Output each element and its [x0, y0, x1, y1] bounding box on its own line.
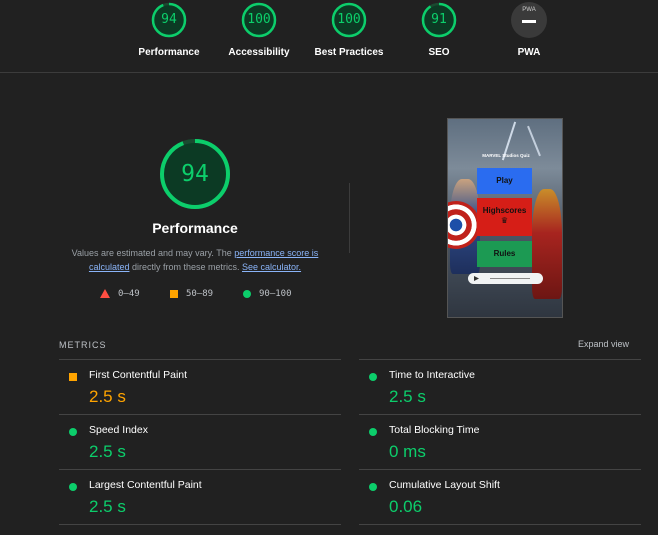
- metric-value: 2.5 s: [89, 497, 126, 516]
- legend-fail: 0–49: [100, 289, 140, 299]
- gauge-score: 91: [431, 12, 447, 27]
- gauge-label: Best Practices: [314, 47, 384, 58]
- pwa-badge-text: PWA: [522, 7, 536, 13]
- gauge-score: 100: [247, 12, 271, 27]
- audio-player: [468, 273, 543, 284]
- final-screenshot-thumbnail[interactable]: MARVEL Studios Quiz Play Highscores ♛ Ru…: [447, 118, 563, 318]
- score-ring: 100: [331, 2, 367, 38]
- calculator-link[interactable]: See calculator.: [242, 262, 301, 272]
- metric-name: Time to Interactive: [389, 369, 475, 381]
- metric-value: 2.5 s: [389, 387, 426, 406]
- square-icon: [170, 289, 178, 298]
- metric-name: Speed Index: [89, 424, 148, 436]
- metric-speed-index: Speed Index 2.5 s: [59, 414, 341, 469]
- metric-name: Largest Contentful Paint: [89, 479, 202, 491]
- metric-name: Total Blocking Time: [389, 424, 480, 436]
- metrics-header: METRICS: [59, 340, 107, 350]
- crown-icon: ♛: [500, 216, 509, 225]
- performance-title: Performance: [152, 220, 238, 236]
- pwa-badge-icon: PWA: [511, 2, 547, 38]
- metric-largest-contentful-paint: Largest Contentful Paint 2.5 s: [59, 469, 341, 524]
- score-ring: 100: [241, 2, 277, 38]
- lightning-decoration: [527, 125, 541, 157]
- divider: [349, 183, 350, 253]
- circle-icon: [369, 428, 377, 436]
- metric-value: 0.06: [389, 497, 423, 516]
- category-summary-bar: 94 Performance 100 Accessibility 100 Bes…: [0, 0, 658, 73]
- desc-text: Values are estimated and may vary. The: [71, 248, 235, 258]
- circle-icon: [69, 428, 77, 436]
- metric-time-to-interactive: Time to Interactive 2.5 s: [359, 359, 641, 414]
- legend-range: 50–89: [186, 289, 214, 299]
- circle-icon: [69, 483, 77, 491]
- gauge-performance[interactable]: 94 Performance: [124, 2, 214, 58]
- performance-score: 94: [181, 161, 209, 187]
- gauge-score: 100: [337, 12, 361, 27]
- legend-range: 90–100: [259, 289, 292, 299]
- rules-button: Rules: [477, 241, 532, 267]
- gauge-label: Performance: [138, 47, 200, 58]
- gauge-score: 94: [161, 12, 177, 27]
- legend-range: 0–49: [118, 289, 140, 299]
- legend-pass: 90–100: [243, 289, 292, 299]
- score-ring: 91: [421, 2, 457, 38]
- metric-value: 2.5 s: [89, 387, 126, 406]
- gauge-label: Accessibility: [228, 47, 290, 58]
- circle-icon: [369, 373, 377, 381]
- performance-description: Values are estimated and may vary. The p…: [62, 246, 328, 274]
- audio-progress-bar: [490, 278, 530, 279]
- gauge-pwa[interactable]: PWA PWA: [484, 2, 574, 58]
- metric-name: First Contentful Paint: [89, 369, 188, 381]
- metric-value: 2.5 s: [89, 442, 126, 461]
- circle-icon: [243, 289, 251, 298]
- divider: [59, 524, 341, 525]
- performance-score-gauge: 94: [158, 137, 232, 211]
- gauge-label: PWA: [517, 47, 541, 58]
- gauge-accessibility[interactable]: 100 Accessibility: [214, 2, 304, 58]
- metric-total-blocking-time: Total Blocking Time 0 ms: [359, 414, 641, 469]
- expand-view-toggle[interactable]: Expand view: [578, 339, 629, 349]
- gauge-label: SEO: [428, 47, 450, 58]
- score-ring: 94: [151, 2, 187, 38]
- highscores-label: Highscores: [482, 206, 527, 215]
- play-icon: [474, 276, 479, 281]
- gauge-best-practices[interactable]: 100 Best Practices: [304, 2, 394, 58]
- play-button: Play: [477, 168, 532, 194]
- divider: [359, 524, 641, 525]
- legend-average: 50–89: [170, 289, 213, 299]
- circle-icon: [369, 483, 377, 491]
- gauge-seo[interactable]: 91 SEO: [394, 2, 484, 58]
- metric-value: 0 ms: [389, 442, 426, 461]
- app-title: MARVEL Studios Quiz: [482, 153, 530, 158]
- triangle-icon: [100, 289, 110, 298]
- metric-name: Cumulative Layout Shift: [389, 479, 500, 491]
- highscores-button: Highscores ♛: [477, 198, 532, 236]
- metric-cumulative-layout-shift: Cumulative Layout Shift 0.06: [359, 469, 641, 524]
- metric-first-contentful-paint: First Contentful Paint 2.5 s: [59, 359, 341, 414]
- desc-text: directly from these metrics.: [129, 262, 242, 272]
- dash-icon: [522, 20, 536, 23]
- square-icon: [69, 373, 77, 381]
